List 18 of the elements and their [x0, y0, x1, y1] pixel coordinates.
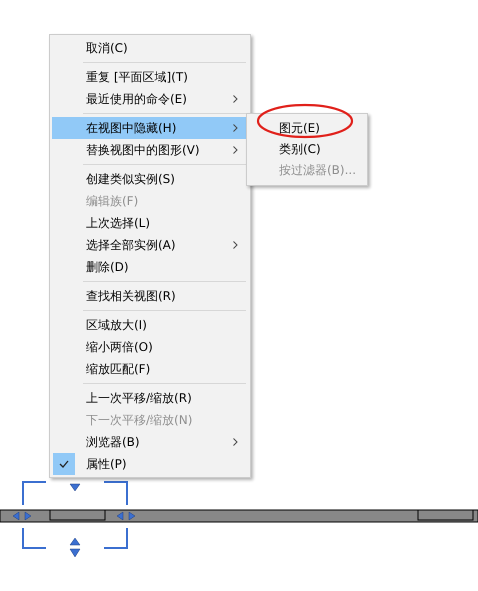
menu-item[interactable]: 上一次平移/缩放(R)	[52, 387, 248, 409]
menu-item[interactable]: 创建类似实例(S)	[52, 168, 248, 190]
menu-item[interactable]: 图元(E)	[247, 118, 367, 139]
menu-item[interactable]: 选择全部实例(A)	[52, 234, 248, 256]
menu-item[interactable]: 替换视图中的图形(V)	[52, 139, 248, 161]
menu-item[interactable]: 取消(C)	[52, 37, 248, 59]
menu-item[interactable]: 缩小两倍(O)	[52, 336, 248, 358]
menu-item[interactable]: 缩放匹配(F)	[52, 358, 248, 380]
menu-item[interactable]: 类别(C)	[247, 139, 367, 160]
menu-item[interactable]: 属性(P)	[52, 453, 248, 475]
menu-item[interactable]: 在视图中隐藏(H)	[52, 117, 248, 139]
menu-item[interactable]: 区域放大(I)	[52, 314, 248, 336]
menu-item[interactable]: 最近使用的命令(E)	[52, 88, 248, 110]
menu-item[interactable]: 查找相关视图(R)	[52, 285, 248, 307]
menu-item[interactable]: 删除(D)	[52, 256, 248, 278]
menu-item[interactable]: 上次选择(L)	[52, 212, 248, 234]
menu-item[interactable]: 浏览器(B)	[52, 431, 248, 453]
menu-item[interactable]: 重复 [平面区域](T)	[52, 66, 248, 88]
